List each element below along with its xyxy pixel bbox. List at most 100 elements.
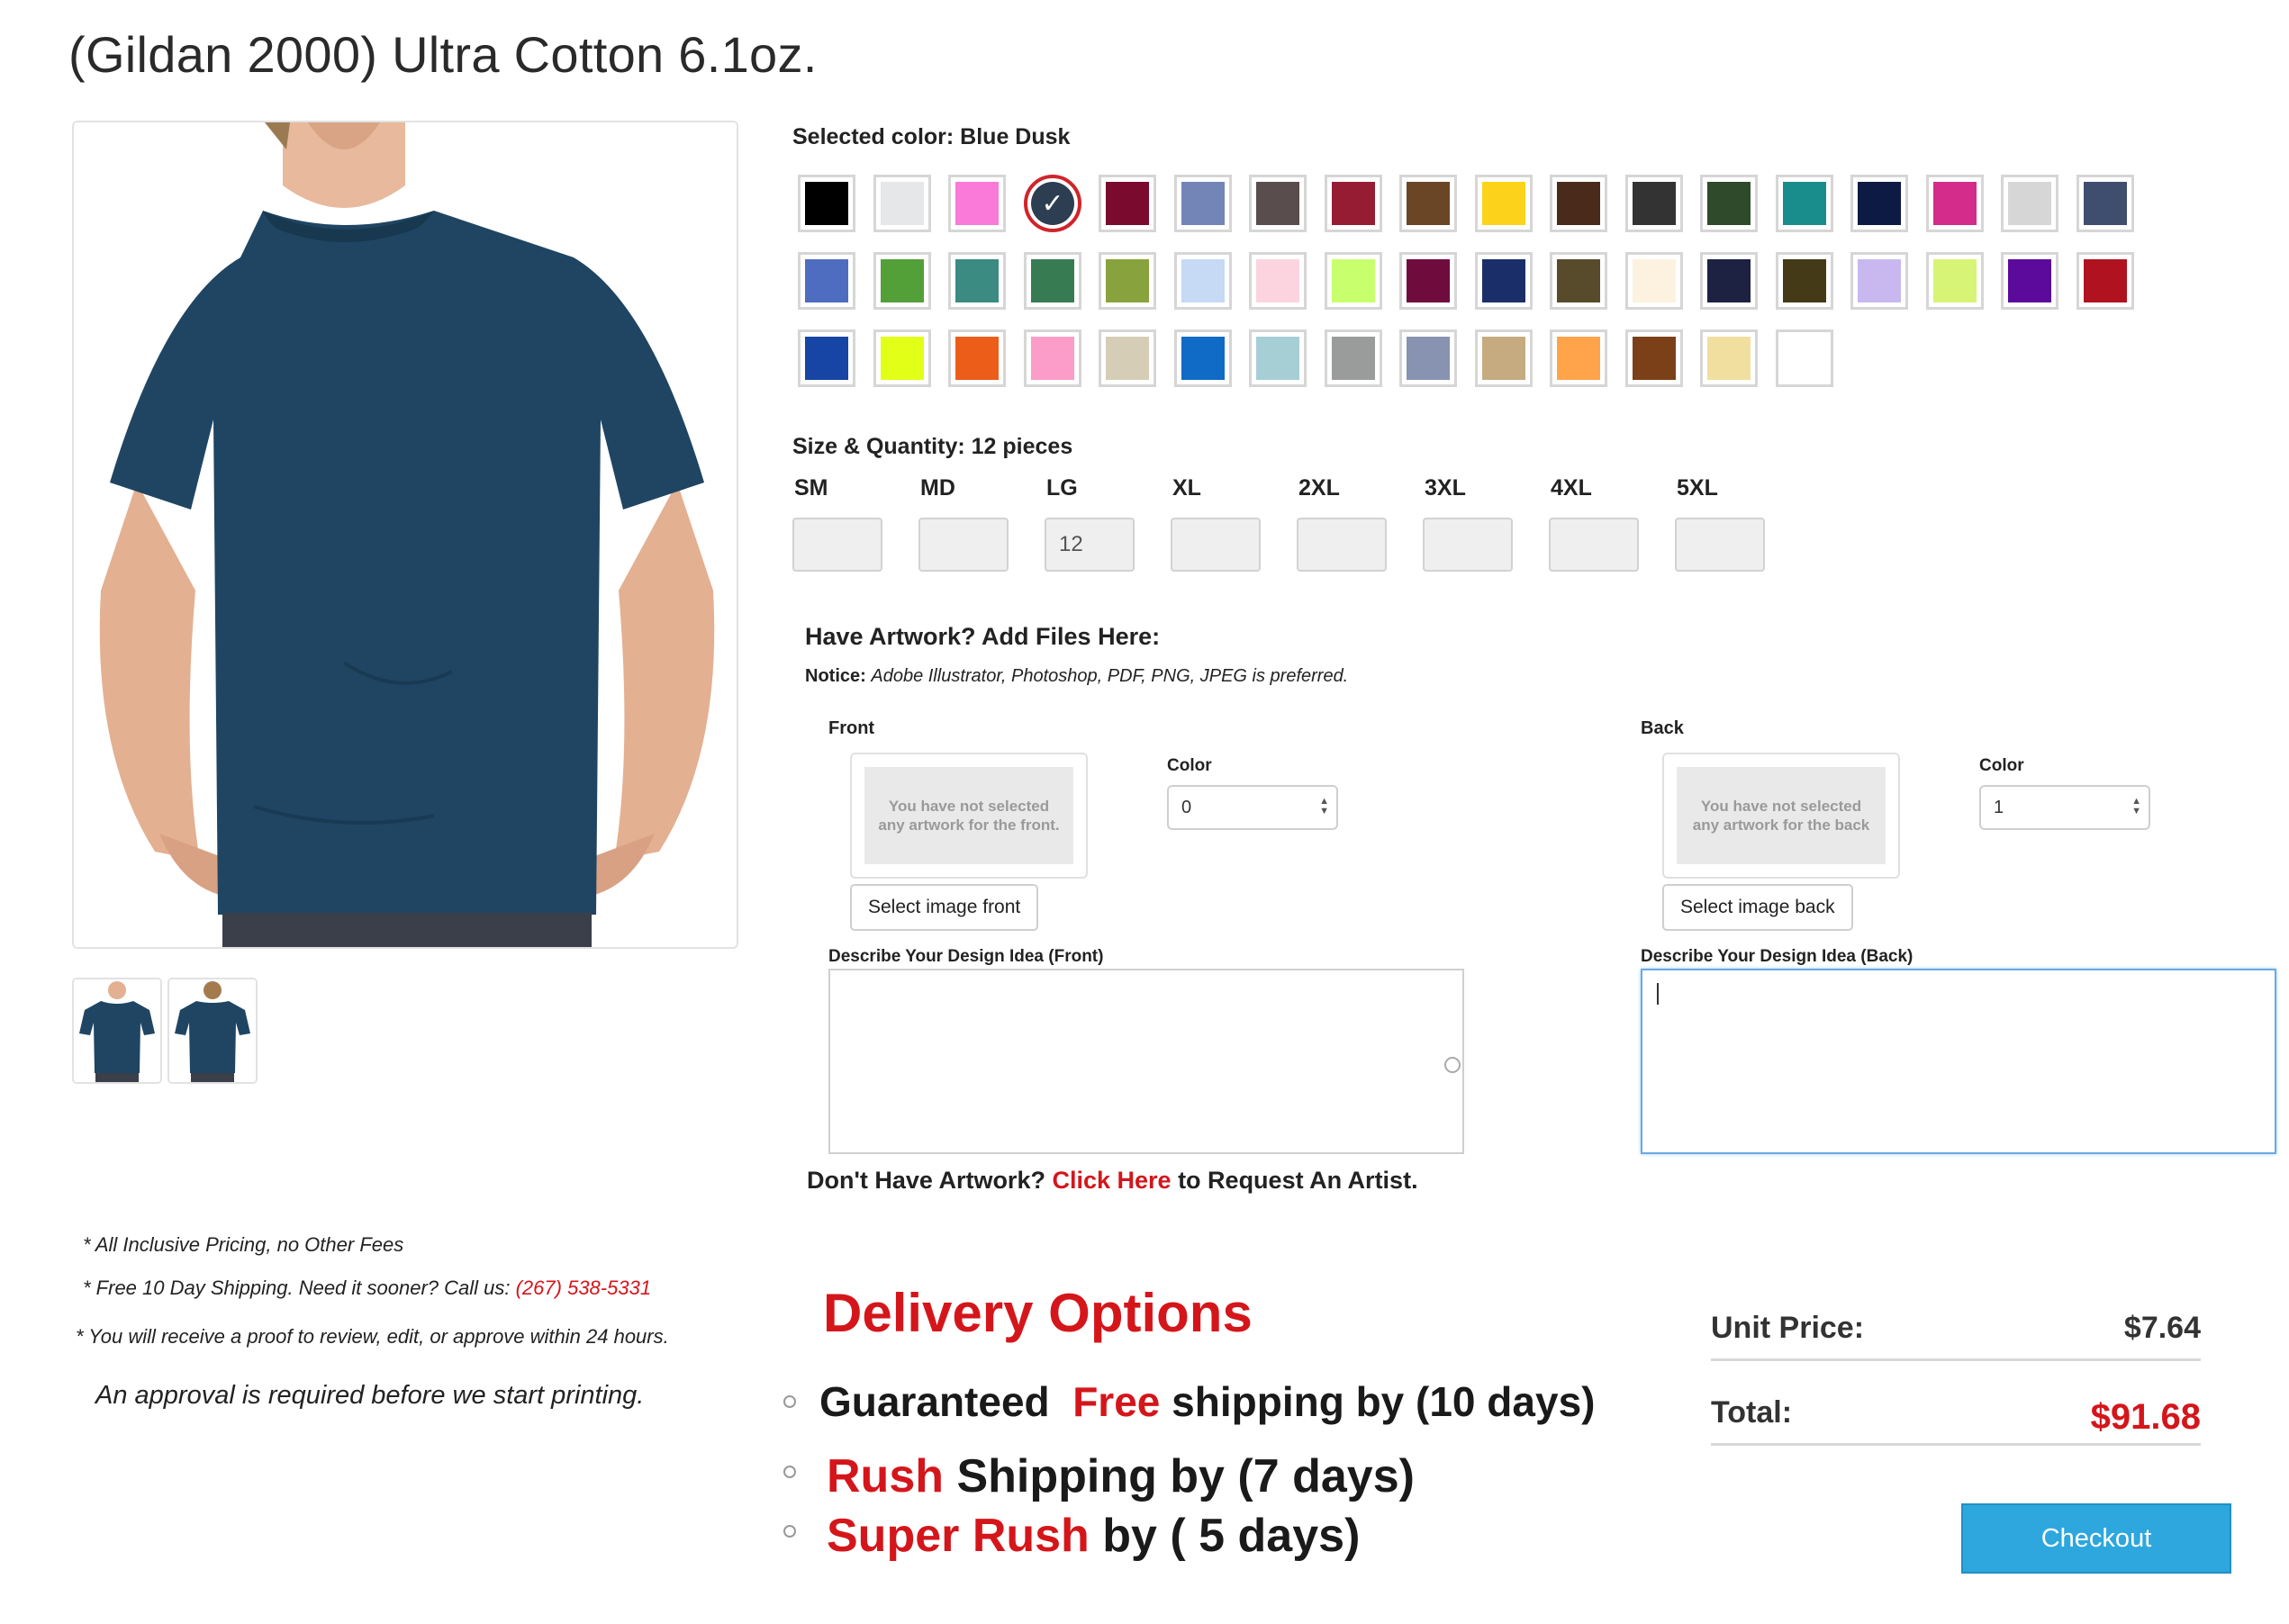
size-quantity-input[interactable] <box>1045 518 1135 572</box>
color-swatch[interactable] <box>1776 175 1833 232</box>
size-label: 5XL <box>1677 475 1718 501</box>
color-swatch[interactable] <box>1399 329 1457 387</box>
color-swatch[interactable] <box>1550 329 1607 387</box>
color-swatch[interactable] <box>1325 329 1382 387</box>
color-swatch[interactable] <box>1625 175 1683 232</box>
size-quantity-input[interactable] <box>1423 518 1513 572</box>
color-swatch[interactable] <box>1550 252 1607 310</box>
color-swatch[interactable] <box>1475 329 1533 387</box>
delivery-radio-rush[interactable] <box>783 1466 796 1478</box>
color-swatch[interactable] <box>1099 252 1156 310</box>
color-swatch[interactable] <box>798 252 855 310</box>
color-swatch[interactable] <box>1325 175 1382 232</box>
color-swatch[interactable] <box>1099 329 1156 387</box>
size-label: MD <box>920 475 955 501</box>
color-swatch[interactable] <box>1174 252 1232 310</box>
delivery-option-free[interactable]: Guaranteed Free shipping by (10 days) <box>819 1377 1595 1426</box>
color-swatch[interactable] <box>873 175 931 232</box>
size-quantity-input[interactable] <box>792 518 882 572</box>
color-swatch[interactable] <box>873 329 931 387</box>
unit-price-label: Unit Price: <box>1711 1311 1865 1345</box>
color-swatch[interactable] <box>1850 175 1908 232</box>
swatch-fill <box>1783 182 1826 225</box>
request-artist-link[interactable]: Click Here <box>1052 1167 1171 1194</box>
swatch-fill <box>1707 182 1751 225</box>
size-quantity-input[interactable] <box>1297 518 1387 572</box>
size-column-5xl: 5XL <box>1675 475 1769 572</box>
color-swatch[interactable] <box>2001 252 2058 310</box>
swatch-fill <box>1181 259 1225 302</box>
swatch-fill <box>881 182 924 225</box>
back-color-select[interactable]: 1 ▲ ▼ <box>1979 785 2150 830</box>
swatch-fill <box>1858 259 1901 302</box>
size-quantity-input[interactable] <box>1171 518 1261 572</box>
front-description-textarea[interactable] <box>828 969 1464 1154</box>
delivery-radio-free[interactable] <box>783 1395 796 1408</box>
color-swatch[interactable] <box>1174 329 1232 387</box>
size-quantity-title: Size & Quantity: 12 pieces <box>792 434 1073 459</box>
option-text: shipping by (10 days) <box>1172 1378 1596 1425</box>
color-swatch[interactable] <box>1926 175 1984 232</box>
color-swatch[interactable] <box>1249 329 1307 387</box>
swatch-fill <box>1557 337 1600 380</box>
color-swatch[interactable] <box>1550 175 1607 232</box>
product-main-image[interactable] <box>72 121 738 949</box>
color-swatch[interactable]: ✓ <box>1024 175 1081 232</box>
color-swatch[interactable] <box>1700 252 1758 310</box>
swatch-fill <box>1256 259 1299 302</box>
back-description-textarea[interactable] <box>1641 969 2276 1154</box>
swatch-fill <box>805 337 848 380</box>
color-swatch[interactable] <box>2076 175 2134 232</box>
color-swatch[interactable] <box>1174 175 1232 232</box>
color-swatch[interactable] <box>1776 252 1833 310</box>
color-swatch[interactable] <box>1850 252 1908 310</box>
front-artwork-placeholder: You have not selected any artwork for th… <box>864 767 1073 864</box>
color-swatch[interactable] <box>1399 175 1457 232</box>
color-swatch[interactable] <box>1249 175 1307 232</box>
select-image-back-button[interactable]: Select image back <box>1662 884 1853 931</box>
swatch-fill <box>955 337 999 380</box>
checkout-button[interactable]: Checkout <box>1961 1503 2231 1574</box>
color-swatch[interactable] <box>1926 252 1984 310</box>
phone-link[interactable]: (267) 538-5331 <box>516 1277 651 1299</box>
unit-price-value: $7.64 <box>2123 1311 2201 1345</box>
delivery-option-super-rush[interactable]: Super Rush by ( 5 days) <box>827 1509 1360 1563</box>
color-swatch[interactable] <box>1475 175 1533 232</box>
color-swatch[interactable] <box>873 252 931 310</box>
delivery-option-rush[interactable]: Rush Shipping by (7 days) <box>827 1449 1415 1503</box>
color-swatch[interactable] <box>2001 175 2058 232</box>
front-color-select[interactable]: 0 ▲ ▼ <box>1167 785 1338 830</box>
color-swatch[interactable] <box>798 175 855 232</box>
front-artwork-preview: You have not selected any artwork for th… <box>850 753 1088 879</box>
color-swatch[interactable] <box>1700 329 1758 387</box>
color-swatch[interactable] <box>798 329 855 387</box>
thumbnail-back[interactable] <box>167 978 258 1084</box>
delivery-radio-super-rush[interactable] <box>783 1525 796 1538</box>
color-swatch[interactable] <box>948 329 1006 387</box>
color-swatch[interactable] <box>1024 252 1081 310</box>
color-swatch[interactable] <box>1475 252 1533 310</box>
swatch-fill <box>1482 337 1525 380</box>
color-swatch[interactable] <box>948 175 1006 232</box>
color-swatch[interactable] <box>1249 252 1307 310</box>
color-swatch[interactable] <box>2076 252 2134 310</box>
size-quantity-input[interactable] <box>1675 518 1765 572</box>
color-swatch[interactable] <box>948 252 1006 310</box>
thumbnail-front[interactable] <box>72 978 162 1084</box>
color-swatch[interactable] <box>1024 329 1081 387</box>
select-image-front-button[interactable]: Select image front <box>850 884 1039 931</box>
color-swatch[interactable] <box>1776 329 1833 387</box>
back-artwork-preview: You have not selected any artwork for th… <box>1662 753 1900 879</box>
size-quantity-input[interactable] <box>1549 518 1639 572</box>
total-label: Total: <box>1711 1395 1793 1430</box>
color-swatch[interactable] <box>1700 175 1758 232</box>
size-quantity-input[interactable] <box>918 518 1009 572</box>
color-swatch[interactable] <box>1625 329 1683 387</box>
color-swatch[interactable] <box>1325 252 1382 310</box>
note-shipping-text: * Free 10 Day Shipping. Need it sooner? … <box>83 1277 511 1299</box>
swatch-fill <box>1933 182 1977 225</box>
note-shipping: * Free 10 Day Shipping. Need it sooner? … <box>83 1277 651 1300</box>
color-swatch[interactable] <box>1625 252 1683 310</box>
color-swatch[interactable] <box>1399 252 1457 310</box>
color-swatch[interactable] <box>1099 175 1156 232</box>
